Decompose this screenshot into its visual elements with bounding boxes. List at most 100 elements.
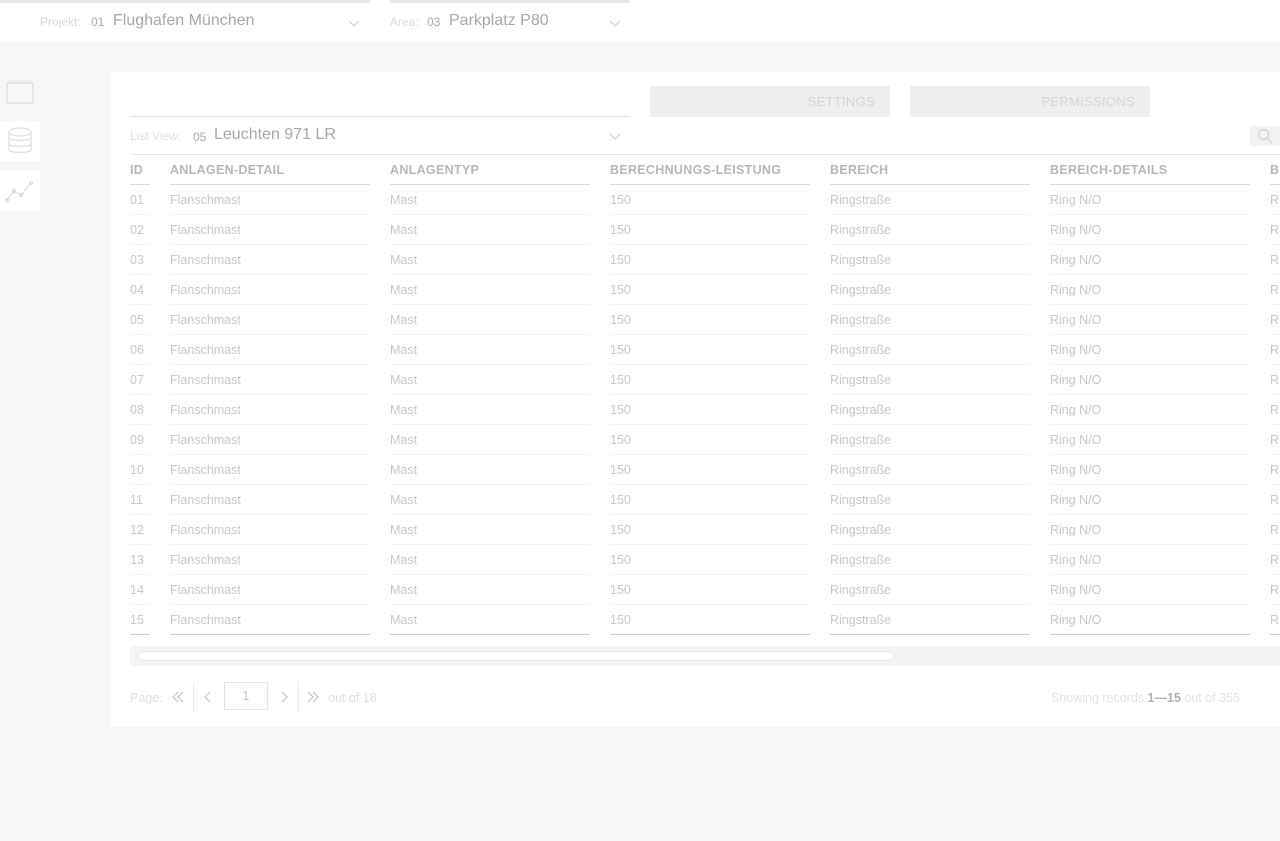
search-button[interactable] xyxy=(1250,126,1280,146)
table-cell: Flanschmast xyxy=(170,245,370,275)
table-cell: Flanschmast xyxy=(170,575,370,605)
table-row[interactable]: 12 Flanschmast Mast 150 Ringstraße Ring N/O R xyxy=(130,515,1280,545)
table-cell: 03 xyxy=(130,245,150,275)
horizontal-scrollbar[interactable] xyxy=(130,646,1280,666)
table-row[interactable]: 13 Flanschmast Mast 150 Ringstraße Ring N/O R xyxy=(130,545,1280,575)
table-row[interactable]: 09 Flanschmast Mast 150 Ringstraße Ring N/O R xyxy=(130,425,1280,455)
table-row[interactable]: 07 Flanschmast Mast 150 Ringstraße Ring N/O R xyxy=(130,365,1280,395)
table-row[interactable]: 03 Flanschmast Mast 150 Ringstraße Ring N/O R xyxy=(130,245,1280,275)
tab-settings[interactable]: SETTINGS xyxy=(650,86,890,117)
scrollbar-thumb[interactable] xyxy=(138,651,894,661)
table-cell: R xyxy=(1270,545,1280,575)
table-cell: 04 xyxy=(130,275,150,305)
table-cell: Flanschmast xyxy=(170,545,370,575)
top-bar: Projekt: 01 Flughafen München Area: 03 P… xyxy=(0,0,1280,42)
column-header[interactable]: ANLAGEN-DETAIL xyxy=(170,155,370,185)
table-cell: Mast xyxy=(390,575,590,605)
table-cell: 150 xyxy=(610,335,810,365)
table-cell: 10 xyxy=(130,455,150,485)
table-row[interactable]: 02 Flanschmast Mast 150 Ringstraße Ring N/O R xyxy=(130,215,1280,245)
tab-permissions[interactable]: PERMISSIONS xyxy=(910,86,1150,117)
table-cell: Ring N/O xyxy=(1050,485,1250,515)
table-cell: Ring N/O xyxy=(1050,305,1250,335)
chevron-down-icon[interactable] xyxy=(348,17,360,29)
records-suffix: out of 355 xyxy=(1184,691,1240,705)
table-cell: Mast xyxy=(390,395,590,425)
table-cell: 11 xyxy=(130,485,150,515)
table-cell: Ring N/O xyxy=(1050,215,1250,245)
page-count: out of 18 xyxy=(328,691,377,705)
table-cell: Ring N/O xyxy=(1050,545,1250,575)
table-cell: Flanschmast xyxy=(170,605,370,635)
database-icon xyxy=(8,127,32,153)
table-cell: Flanschmast xyxy=(170,515,370,545)
table-cell: 15 xyxy=(130,605,150,635)
table-cell: Ring N/O xyxy=(1050,575,1250,605)
column-header[interactable]: BEREICH-DETAILS xyxy=(1050,155,1250,185)
table-cell: 12 xyxy=(130,515,150,545)
chevron-down-icon[interactable] xyxy=(609,17,621,29)
table-row[interactable]: 15 Flanschmast Mast 150 Ringstraße Ring N/O R xyxy=(130,605,1280,635)
table-cell: Ring N/O xyxy=(1050,515,1250,545)
table-cell: Flanschmast xyxy=(170,425,370,455)
projekt-selector[interactable]: Projekt: 01 Flughafen München xyxy=(0,0,370,42)
table-cell: 09 xyxy=(130,425,150,455)
column-header[interactable]: B xyxy=(1270,155,1280,185)
table-cell: R xyxy=(1270,365,1280,395)
projekt-value: Flughafen München xyxy=(113,12,255,29)
prev-page-button[interactable] xyxy=(199,684,217,710)
table-cell: Ring N/O xyxy=(1050,335,1250,365)
records-prefix: Showing records xyxy=(1050,691,1145,705)
table-cell: Mast xyxy=(390,425,590,455)
first-page-button[interactable] xyxy=(169,684,187,710)
table-row[interactable]: 08 Flanschmast Mast 150 Ringstraße Ring N/O R xyxy=(130,395,1280,425)
table-cell: Mast xyxy=(390,365,590,395)
table-cell: Ringstraße xyxy=(830,575,1030,605)
table-cell: Ringstraße xyxy=(830,305,1030,335)
table-row[interactable]: 04 Flanschmast Mast 150 Ringstraße Ring N/O R xyxy=(130,275,1280,305)
table-cell: R xyxy=(1270,335,1280,365)
data-table: ID ANLAGEN-DETAIL ANLAGENTYP BERECHNUNGS-LE… xyxy=(130,155,1280,635)
window-icon xyxy=(6,80,34,104)
next-page-button[interactable] xyxy=(275,684,293,710)
column-header[interactable]: BERECHNUNGS-LEISTUNG xyxy=(610,155,810,185)
sidebar-item-analytics[interactable] xyxy=(0,171,40,211)
table-cell: Flanschmast xyxy=(170,455,370,485)
table-row[interactable]: 14 Flanschmast Mast 150 Ringstraße Ring N/O R xyxy=(130,575,1280,605)
table-cell: R xyxy=(1270,305,1280,335)
chevron-down-icon[interactable] xyxy=(609,130,621,142)
table-cell: Ring N/O xyxy=(1050,605,1250,635)
table-cell: Flanschmast xyxy=(170,485,370,515)
column-header[interactable]: ID xyxy=(130,155,150,185)
table-cell: R xyxy=(1270,455,1280,485)
double-chevron-right-icon xyxy=(307,691,319,703)
table-row[interactable]: 11 Flanschmast Mast 150 Ringstraße Ring N/O R xyxy=(130,485,1280,515)
table-cell: R xyxy=(1270,425,1280,455)
table-cell: 150 xyxy=(610,245,810,275)
sidebar-item-database[interactable] xyxy=(0,121,40,161)
table-cell: R xyxy=(1270,245,1280,275)
area-selector[interactable]: Area: 03 Parkplatz P80 xyxy=(390,0,630,42)
last-page-button[interactable] xyxy=(304,684,322,710)
table-cell: Mast xyxy=(390,275,590,305)
page-number-input[interactable] xyxy=(224,682,268,710)
sidebar-item-window[interactable] xyxy=(0,72,40,112)
table-row[interactable]: 06 Flanschmast Mast 150 Ringstraße Ring N/O R xyxy=(130,335,1280,365)
table-cell: 14 xyxy=(130,575,150,605)
table-cell: 150 xyxy=(610,365,810,395)
table-cell: 150 xyxy=(610,395,810,425)
table-cell: Ringstraße xyxy=(830,395,1030,425)
table-row[interactable]: 05 Flanschmast Mast 150 Ringstraße Ring N/O R xyxy=(130,305,1280,335)
table-cell: Mast xyxy=(390,545,590,575)
column-header[interactable]: BEREICH xyxy=(830,155,1030,185)
table-cell: 150 xyxy=(610,425,810,455)
table-cell: Ring N/O xyxy=(1050,245,1250,275)
page-label: Page: xyxy=(130,691,163,705)
projekt-label: Projekt: xyxy=(40,15,81,29)
column-header[interactable]: ANLAGENTYP xyxy=(390,155,590,185)
table-cell: 13 xyxy=(130,545,150,575)
table-row[interactable]: 01 Flanschmast Mast 150 Ringstraße Ring N/O R xyxy=(130,185,1280,215)
table-row[interactable]: 10 Flanschmast Mast 150 Ringstraße Ring N/O R xyxy=(130,455,1280,485)
table-header-row: ID ANLAGEN-DETAIL ANLAGENTYP BERECHNUNGS-LE… xyxy=(130,155,1280,185)
table-cell: 150 xyxy=(610,215,810,245)
